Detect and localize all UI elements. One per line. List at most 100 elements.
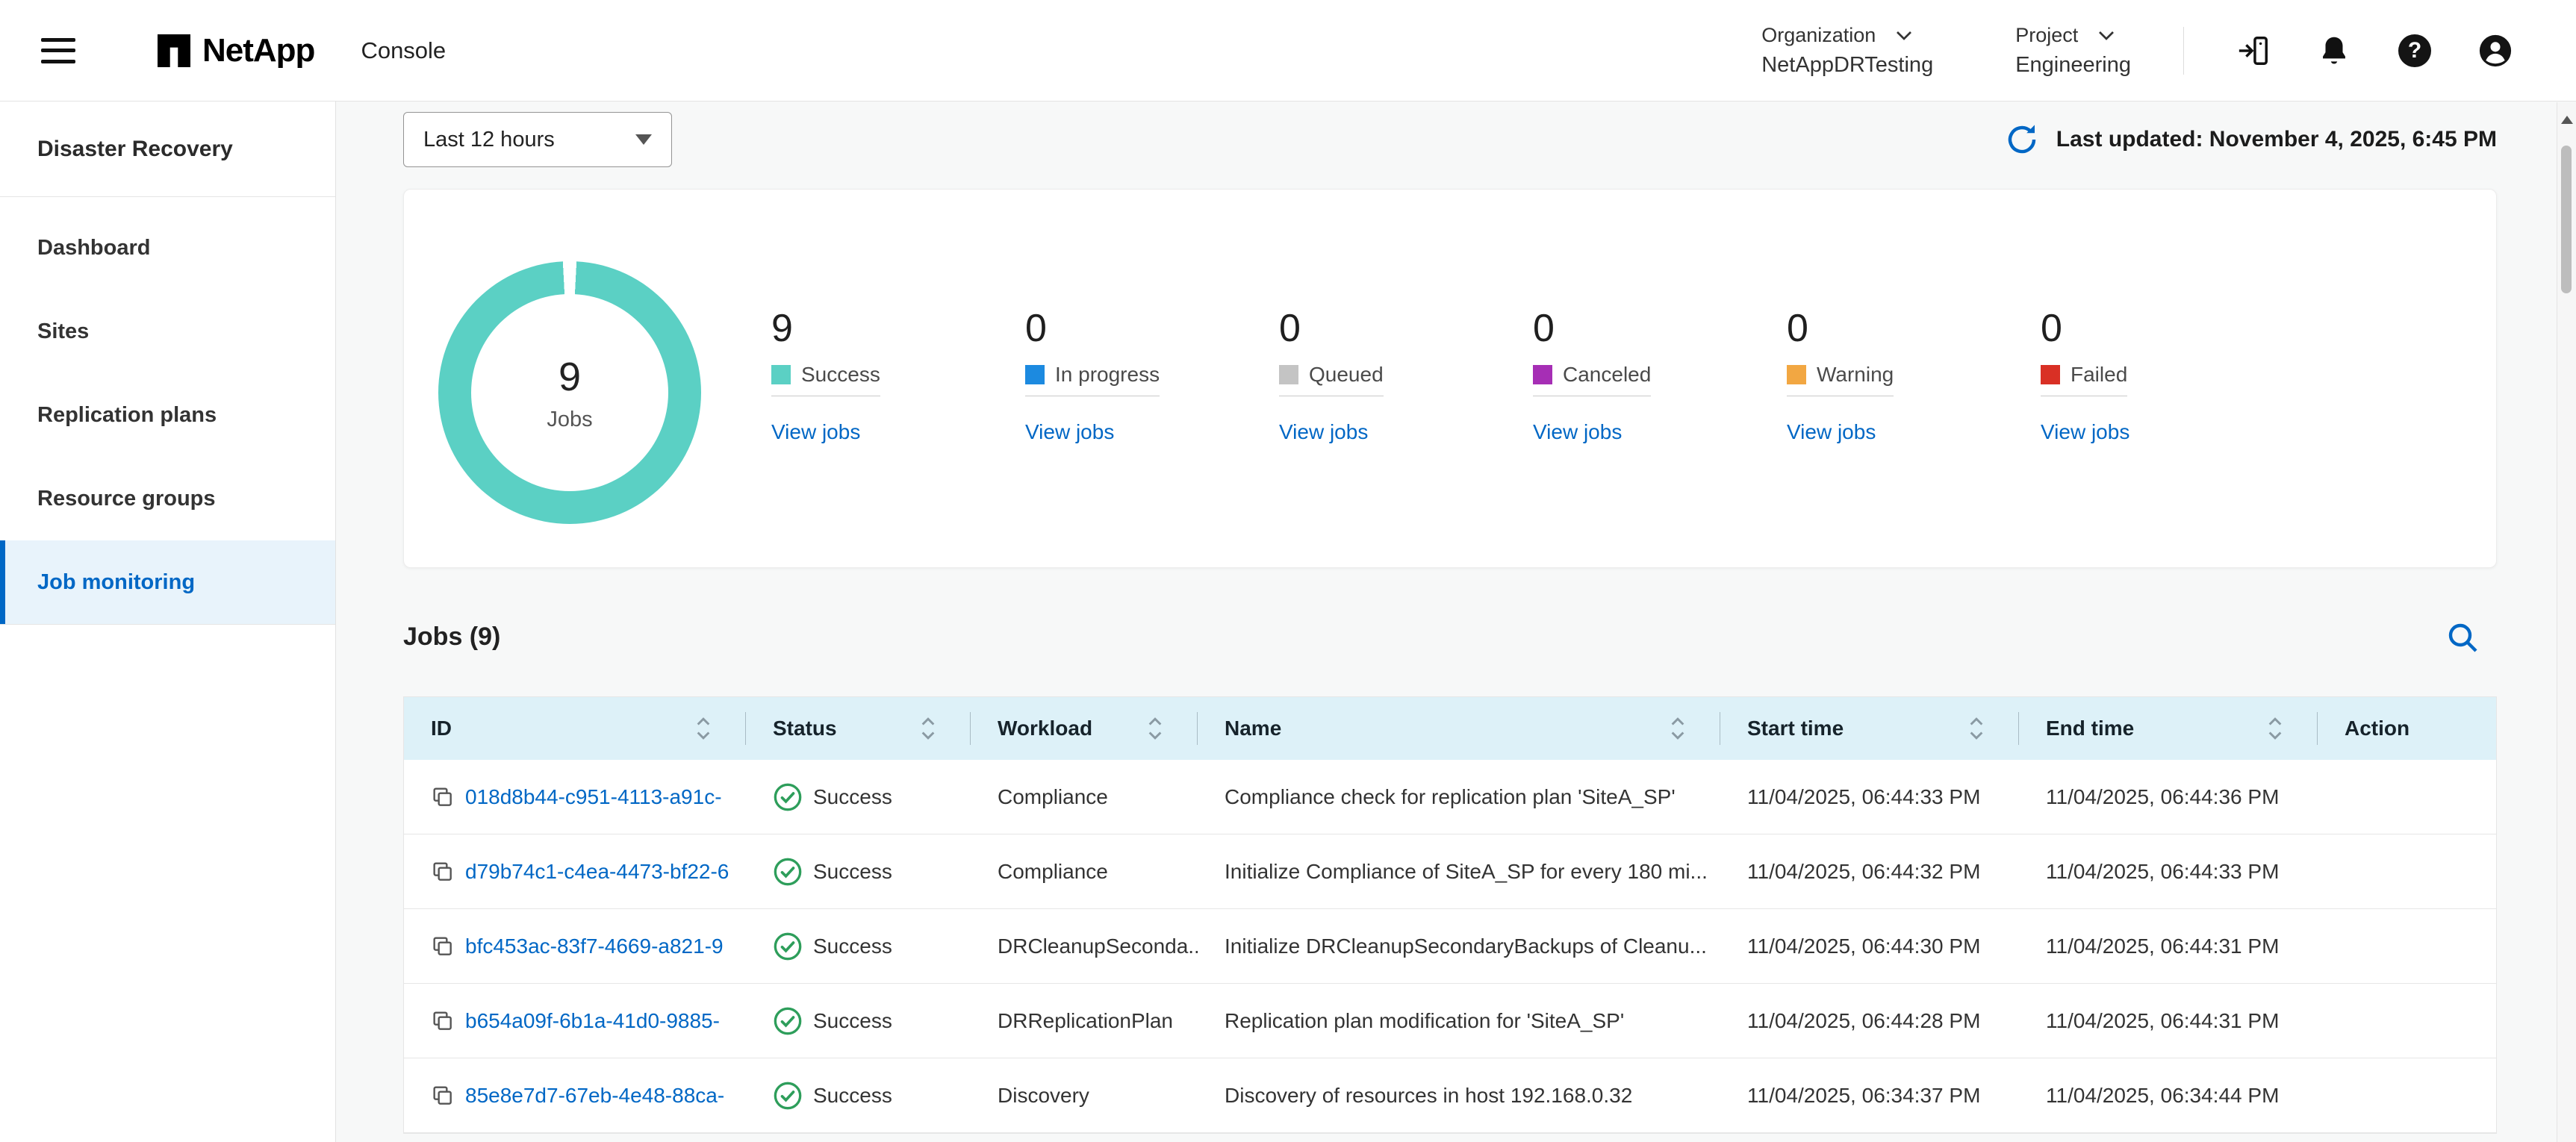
jobs-table: ID Status Workload Name Start time [403,696,2497,1134]
column-header-start-time[interactable]: Start time [1720,697,2019,760]
chevron-down-icon [635,134,652,145]
job-status-stats: 9 Success View jobs 0 In progress View j… [771,308,2295,444]
donut-count: 9 [559,354,581,400]
column-label: End time [2046,717,2134,740]
header-divider [2183,27,2184,75]
stat-canceled: 0 Canceled View jobs [1533,308,1787,444]
success-check-icon [773,932,803,961]
time-range-select[interactable]: Last 12 hours [403,112,672,167]
job-id-link[interactable]: bfc453ac-83f7-4669-a821-9 [465,934,724,958]
account-icon[interactable] [2478,34,2513,68]
view-jobs-link[interactable]: View jobs [1025,420,1114,444]
stat-count: 0 [1533,308,1555,349]
view-jobs-link[interactable]: View jobs [1533,420,1622,444]
view-jobs-link[interactable]: View jobs [2041,420,2129,444]
start-time-cell: 11/04/2025, 06:44:32 PM [1720,834,2019,908]
netapp-logo: NetApp [158,32,314,69]
workload-cell: Discovery [971,1058,1198,1132]
status-color-swatch [1025,365,1045,384]
status-text: Success [813,934,892,958]
copy-icon[interactable] [431,785,455,809]
vertical-scrollbar[interactable] [2557,102,2576,1142]
sidebar-item-resource-groups[interactable]: Resource groups [0,457,335,540]
column-header-name[interactable]: Name [1198,697,1720,760]
help-icon[interactable]: ? [2398,34,2432,68]
column-label: Status [773,717,837,740]
sidebar-title: Disaster Recovery [0,102,335,197]
end-time-cell: 11/04/2025, 06:44:33 PM [2019,834,2318,908]
copy-icon[interactable] [431,1084,455,1108]
sort-icon[interactable] [1147,716,1163,741]
view-jobs-link[interactable]: View jobs [1787,420,1876,444]
copy-icon[interactable] [431,1009,455,1033]
column-header-status[interactable]: Status [746,697,971,760]
organization-label: Organization [1761,24,1876,47]
refresh-icon[interactable] [2004,122,2040,157]
stat-label: Canceled [1563,363,1651,387]
sort-icon[interactable] [1670,716,1686,741]
sort-icon[interactable] [695,716,712,741]
view-jobs-link[interactable]: View jobs [1279,420,1368,444]
status-text: Success [813,1084,892,1108]
connector-icon[interactable] [2236,34,2271,68]
name-cell: Initialize DRCleanupSecondaryBackups of … [1198,909,1720,983]
column-header-id[interactable]: ID [404,697,746,760]
copy-icon[interactable] [431,934,455,958]
job-id-link[interactable]: 85e8e7d7-67eb-4e48-88ca- [465,1084,724,1108]
column-label: Name [1225,717,1281,740]
jobs-section-title: Jobs (9) [403,623,500,652]
table-header-row: ID Status Workload Name Start time [404,697,2496,760]
success-check-icon [773,782,803,812]
console-label: Console [361,37,446,64]
workload-cell: DRReplicationPlan [971,984,1198,1058]
netapp-mark-icon [158,34,190,67]
organization-picker[interactable]: Organization NetAppDRTesting [1761,24,1933,78]
sidebar-item-dashboard[interactable]: Dashboard [0,206,335,290]
stat-count: 0 [1025,308,1047,349]
stat-label: Failed [2071,363,2127,387]
jobs-summary-card: 9 Jobs 9 Success View jobs 0 In progress… [403,189,2497,568]
copy-icon[interactable] [431,860,455,884]
jobs-donut-center: 9 Jobs [471,294,668,491]
start-time-cell: 11/04/2025, 06:44:33 PM [1720,760,2019,834]
success-check-icon [773,1006,803,1036]
name-cell: Discovery of resources in host 192.168.0… [1198,1058,1720,1132]
name-cell: Initialize Compliance of SiteA_SP for ev… [1198,834,1720,908]
top-bar: NetApp Console Organization NetAppDRTest… [0,0,2576,102]
sort-icon[interactable] [2267,716,2283,741]
name-cell: Compliance check for replication plan 'S… [1198,760,1720,834]
column-header-action: Action [2318,697,2496,760]
main-content: Last 12 hours Last updated: November 4, … [336,102,2576,1142]
notifications-bell-icon[interactable] [2317,34,2351,68]
status-color-swatch [1279,365,1298,384]
table-row: bfc453ac-83f7-4669-a821-9 Success DRClea… [404,909,2496,984]
start-time-cell: 11/04/2025, 06:44:30 PM [1720,909,2019,983]
column-header-workload[interactable]: Workload [971,697,1198,760]
sidebar-item-sites[interactable]: Sites [0,290,335,373]
search-icon[interactable] [2445,620,2480,655]
stat-count: 0 [1279,308,1301,349]
sort-icon[interactable] [920,716,936,741]
view-jobs-link[interactable]: View jobs [771,420,860,444]
job-id-link[interactable]: b654a09f-6b1a-41d0-9885- [465,1009,720,1033]
sidebar-item-replication-plans[interactable]: Replication plans [0,373,335,457]
project-picker[interactable]: Project Engineering [2015,24,2131,78]
action-cell [2318,834,2496,908]
start-time-cell: 11/04/2025, 06:44:28 PM [1720,984,2019,1058]
job-id-link[interactable]: d79b74c1-c4ea-4473-bf22-6 [465,860,729,884]
sort-icon[interactable] [1968,716,1985,741]
column-header-end-time[interactable]: End time [2019,697,2318,760]
status-text: Success [813,785,892,809]
stat-success: 9 Success View jobs [771,308,1025,444]
menu-icon[interactable] [41,38,75,63]
scroll-up-arrow-icon[interactable] [2557,108,2576,131]
sidebar-item-job-monitoring[interactable]: Job monitoring [0,540,335,624]
job-id-link[interactable]: 018d8b44-c951-4113-a91c- [465,785,722,809]
netapp-wordmark: NetApp [202,32,314,69]
end-time-cell: 11/04/2025, 06:34:44 PM [2019,1058,2318,1132]
scrollbar-thumb[interactable] [2561,146,2572,293]
sidebar-items: Dashboard Sites Replication plans Resour… [0,206,335,625]
status-text: Success [813,1009,892,1033]
chevron-down-icon [1895,30,1913,41]
stat-label: Success [801,363,880,387]
